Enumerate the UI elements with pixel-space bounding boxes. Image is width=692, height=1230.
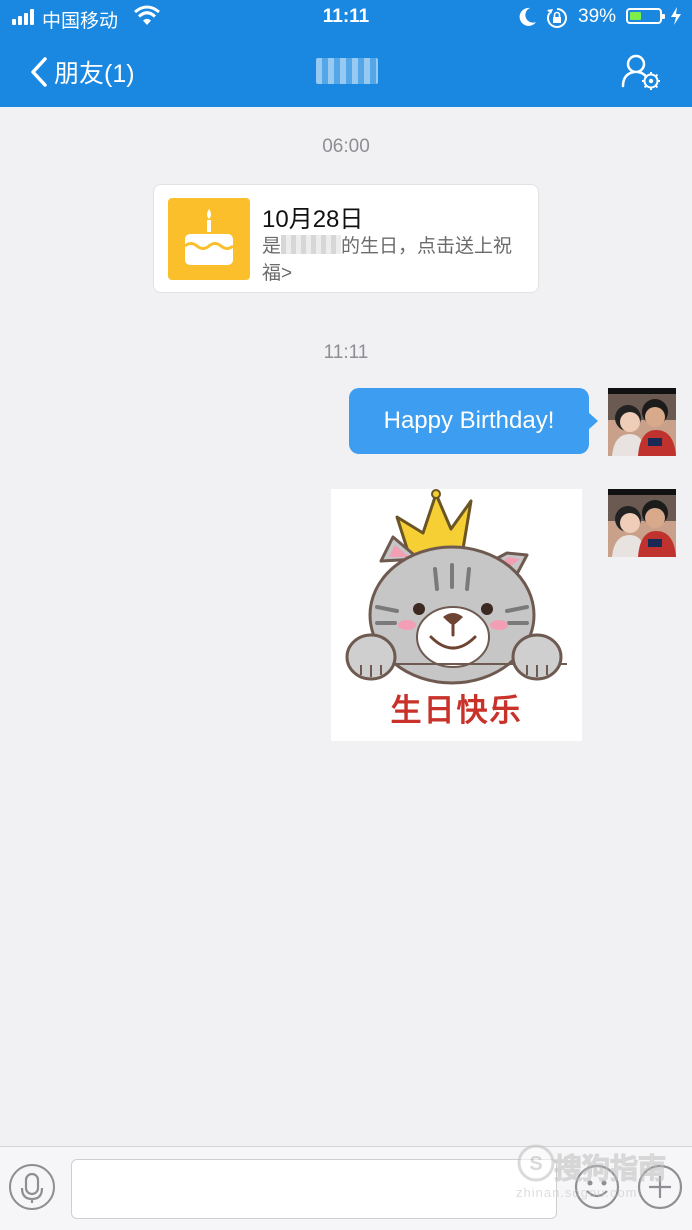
- watermark-url: zhinan.sogou.com: [516, 1185, 638, 1200]
- moon-icon: [519, 7, 536, 26]
- message-input[interactable]: [71, 1159, 557, 1219]
- charging-bolt-icon: [671, 7, 681, 25]
- sogou-logo-icon: S: [517, 1144, 555, 1182]
- birthday-text: 是的生日，点击送上祝福>: [262, 233, 528, 287]
- battery-percent: 39%: [578, 6, 617, 27]
- person-settings-icon: [621, 54, 660, 90]
- battery-icon: [626, 8, 665, 24]
- birthday-reminder-card[interactable]: 10月28日 是的生日，点击送上祝福>: [153, 184, 539, 293]
- voice-input-button[interactable]: [9, 1164, 55, 1210]
- back-label: 朋友(1): [54, 60, 135, 88]
- chat-settings-button[interactable]: [620, 52, 662, 90]
- status-bar: 中国移动 11:11 39%: [0, 0, 692, 34]
- rotation-lock-icon: [547, 8, 567, 28]
- cake-icon: [168, 198, 250, 280]
- chat-title-blurred: [316, 58, 378, 84]
- avatar[interactable]: [608, 388, 676, 456]
- avatar[interactable]: [608, 489, 676, 557]
- timestamp-morning: 06:00: [322, 136, 370, 157]
- chevron-left-icon: [31, 57, 47, 87]
- chat-header: 中国移动 11:11 39% 朋友(1): [0, 0, 692, 107]
- cat-crown-illustration: [345, 489, 567, 685]
- birthday-text-prefix: 是: [262, 236, 282, 257]
- sticker-caption: 生日快乐: [390, 693, 523, 728]
- watermark-title: 搜狗指南: [553, 1153, 667, 1185]
- birthday-sticker[interactable]: 生日快乐: [331, 489, 582, 741]
- bubble-tail: [588, 412, 598, 430]
- birthday-date: 10月28日: [262, 206, 364, 233]
- friend-name-blurred: [281, 235, 342, 254]
- microphone-icon: [20, 1172, 44, 1203]
- sogou-watermark: S 搜狗指南 zhinan.sogou.com: [514, 1141, 690, 1203]
- message-bubble[interactable]: Happy Birthday!: [349, 388, 589, 454]
- timestamp-recent: 11:11: [323, 342, 369, 363]
- back-button[interactable]: 朋友(1): [30, 54, 135, 90]
- svg-text:S: S: [529, 1153, 542, 1175]
